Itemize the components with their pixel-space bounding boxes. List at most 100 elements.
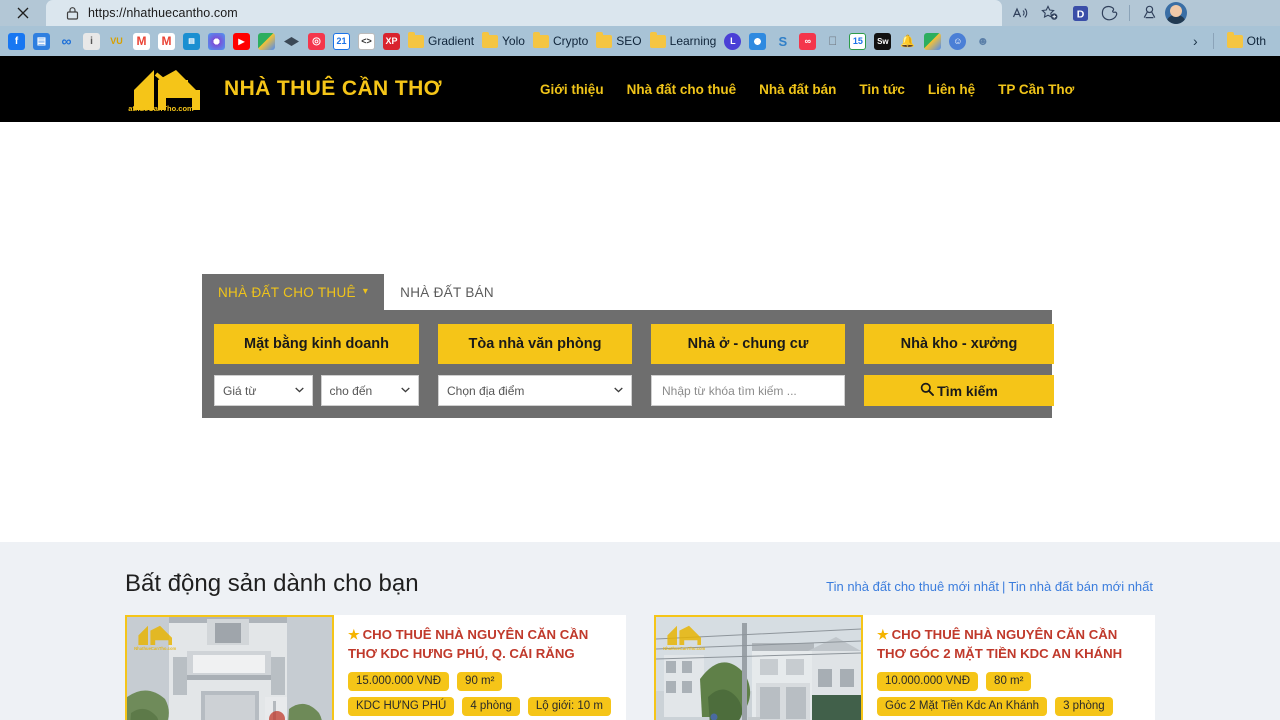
extension-d-icon[interactable]: D — [1066, 2, 1094, 24]
bookmark-shutterstock[interactable]: Sw — [870, 30, 895, 52]
category-nha-o-chung-cu[interactable]: Nhà ở - chung cư — [651, 324, 845, 364]
nav-item-tin-tuc[interactable]: Tin tức — [859, 82, 905, 97]
search-icon — [920, 382, 935, 399]
bookmark-google-drive[interactable] — [254, 30, 279, 52]
folder-icon — [596, 31, 613, 48]
web-page: NhathueCanTho.com NHÀ THUÊ CẦN THƠ Giới … — [0, 56, 1280, 720]
bookmark-xp[interactable]: XP — [379, 30, 404, 52]
bookmark-label: Yolo — [502, 34, 525, 48]
listing-photo[interactable]: NhathueCanTho.com LẦU 5m x 16m - GÓC 2 M… — [654, 615, 863, 720]
bookmark-target-red[interactable]: ◎ — [304, 30, 329, 52]
listing-cards: NhathueCanTho.com NHÀ 5m x 20m - GẦN SIÊ… — [125, 615, 1155, 720]
bookmark-google-drive-2[interactable] — [920, 30, 945, 52]
search-keyword-input[interactable]: Nhập từ khóa tìm kiếm ... — [651, 375, 845, 406]
listing-photo[interactable]: NhathueCanTho.com NHÀ 5m x 20m - GẦN SIÊ… — [125, 615, 334, 720]
bookmark-code[interactable]: <> — [354, 30, 379, 52]
bookmark-skype[interactable]: S — [770, 30, 795, 52]
nav-item-tp-can-tho[interactable]: TP Cần Thơ — [998, 82, 1074, 97]
chrome-c-icon — [208, 32, 225, 50]
tab-nha-dat-cho-thue[interactable]: NHÀ ĐẤT CHO THUÊ ▾ — [202, 274, 385, 310]
bookmarks-bar: f ▤ ∞ i VU M M ▤ ▶ ◎ 21 <> XP Gradient Y… — [0, 26, 1280, 56]
facebook-icon: f — [8, 32, 25, 50]
hero-section: NHÀ ĐẤT CHO THUÊ ▾ NHÀ ĐẤT BÁN Mặt bằng … — [0, 122, 1280, 542]
tab-nha-dat-ban[interactable]: NHÀ ĐẤT BÁN — [384, 274, 510, 310]
listing-title[interactable]: ★ CHO THUÊ NHÀ NGUYÊN CĂN CẦN THƠ GÓC 2 M… — [877, 625, 1145, 663]
bookmark-folder-gradient[interactable]: Gradient — [404, 30, 478, 52]
bookmark-circle-l[interactable]: L — [720, 30, 745, 52]
bookmark-diamond[interactable] — [279, 30, 304, 52]
read-aloud-icon[interactable] — [1006, 2, 1034, 24]
profile-avatar[interactable] — [1165, 2, 1187, 24]
bookmarks-overflow: › Oth — [1187, 30, 1276, 52]
nav-item-nha-dat-cho-thue[interactable]: Nhà đất cho thuê — [627, 82, 737, 97]
tag-rooms: 3 phòng — [1055, 697, 1113, 716]
address-bar-url[interactable]: https://nhathuecantho.com — [88, 6, 238, 20]
bookmark-folder-crypto[interactable]: Crypto — [529, 30, 592, 52]
bookmark-gmail[interactable]: M — [129, 30, 154, 52]
search-module: NHÀ ĐẤT CHO THUÊ ▾ NHÀ ĐẤT BÁN Mặt bằng … — [202, 274, 1054, 418]
youtube-icon: ▶ — [233, 32, 250, 50]
category-nha-kho-xuong[interactable]: Nhà kho - xưởng — [864, 324, 1054, 364]
bookmark-chrome-2[interactable] — [745, 30, 770, 52]
bookmark-meta[interactable]: ∞ — [54, 30, 79, 52]
nav-item-lien-he[interactable]: Liên hệ — [928, 82, 975, 97]
toolbar-divider — [1129, 5, 1130, 21]
listing-card[interactable]: NhathueCanTho.com NHÀ 5m x 20m - GẦN SIÊ… — [125, 615, 626, 720]
nav-item-gioi-thieu[interactable]: Giới thiệu — [540, 82, 604, 97]
bookmark-facebook[interactable]: f — [4, 30, 29, 52]
listing-tags: 10.000.000 VNĐ 80 m² Góc 2 Mặt Tiền Kdc … — [877, 672, 1145, 720]
bookmark-apple[interactable]:  — [820, 30, 845, 52]
folder-icon — [482, 31, 499, 48]
chevron-right-icon[interactable]: › — [1187, 33, 1204, 49]
code-brackets-icon: <> — [358, 32, 375, 50]
bookmark-folder-seo[interactable]: SEO — [592, 30, 645, 52]
listing-title[interactable]: ★ CHO THUÊ NHÀ NGUYÊN CĂN CẦN THƠ KDC HƯN… — [348, 625, 616, 663]
extension-puzzle-icon[interactable] — [1096, 2, 1124, 24]
listing-tags: 15.000.000 VNĐ 90 m² KDC HƯNG PHÚ 4 phòn… — [348, 672, 616, 716]
bookmark-owl[interactable]: ☻ — [970, 30, 995, 52]
tag-location: Góc 2 Mặt Tiền Kdc An Khánh — [877, 697, 1048, 716]
shutterstock-icon: Sw — [874, 32, 892, 50]
bookmark-gmail-2[interactable]: M — [154, 30, 179, 52]
collections-icon[interactable] — [1135, 2, 1163, 24]
bookmark-other-folder[interactable]: Oth — [1223, 30, 1270, 52]
owl-icon: ☻ — [976, 34, 990, 48]
bookmark-label: Crypto — [552, 34, 589, 48]
bookmark-brave[interactable]: ☺ — [945, 30, 970, 52]
price-from-select[interactable]: Giá từ — [214, 375, 313, 406]
category-toa-nha-van-phong[interactable]: Tòa nhà văn phòng — [438, 324, 632, 364]
site-logo[interactable]: NhathueCanTho.com NHÀ THUÊ CẦN THƠ — [118, 64, 442, 114]
listings-title: Bất động sản dành cho bạn — [125, 570, 419, 597]
bookmark-folder-learning[interactable]: Learning — [646, 30, 721, 52]
bookmark-vu[interactable]: VU — [104, 30, 129, 52]
listing-card[interactable]: NhathueCanTho.com LẦU 5m x 16m - GÓC 2 M… — [654, 615, 1155, 720]
close-tab-button[interactable] — [0, 0, 46, 26]
bookmark-google-calendar[interactable]: 21 — [329, 30, 354, 52]
bookmark-calendar-blue[interactable]: ▤ — [29, 30, 54, 52]
add-favorite-icon[interactable] — [1036, 2, 1064, 24]
bookmark-chrome[interactable] — [204, 30, 229, 52]
link-newest-sales[interactable]: Tin nhà đất bán mới nhất — [1008, 579, 1153, 594]
calendar-15-icon: 15 — [849, 32, 867, 50]
location-select[interactable]: Chọn địa điểm — [438, 375, 632, 406]
close-icon — [17, 7, 29, 19]
bookmark-bell-yellow[interactable]: 🔔 — [895, 30, 920, 52]
tag-road-width: Lộ giới: 10 m — [527, 697, 611, 716]
browser-tab-active[interactable]: https://nhathuecantho.com — [46, 0, 1002, 26]
bookmark-folder-yolo[interactable]: Yolo — [478, 30, 529, 52]
chevron-down-icon — [401, 385, 410, 396]
chevron-down-icon: ▾ — [362, 286, 369, 297]
nav-item-nha-dat-ban[interactable]: Nhà đất bán — [759, 82, 836, 97]
bookmark-youtube[interactable]: ▶ — [229, 30, 254, 52]
bookmark-calendar-15[interactable]: 15 — [845, 30, 870, 52]
vu-icon: VU — [110, 36, 123, 46]
bookmark-info-doc[interactable]: i — [79, 30, 104, 52]
price-to-select[interactable]: cho đến — [320, 375, 419, 406]
bookmark-infinity-red[interactable]: ∞ — [795, 30, 820, 52]
gmail-icon: M — [133, 32, 150, 50]
bookmark-news[interactable]: ▤ — [179, 30, 204, 52]
search-submit-button[interactable]: Tìm kiếm — [864, 375, 1054, 406]
link-newest-rentals[interactable]: Tin nhà đất cho thuê mới nhất — [826, 579, 999, 594]
category-mat-bang-kinh-doanh[interactable]: Mặt bằng kinh doanh — [214, 324, 419, 364]
news-icon: ▤ — [183, 32, 200, 50]
